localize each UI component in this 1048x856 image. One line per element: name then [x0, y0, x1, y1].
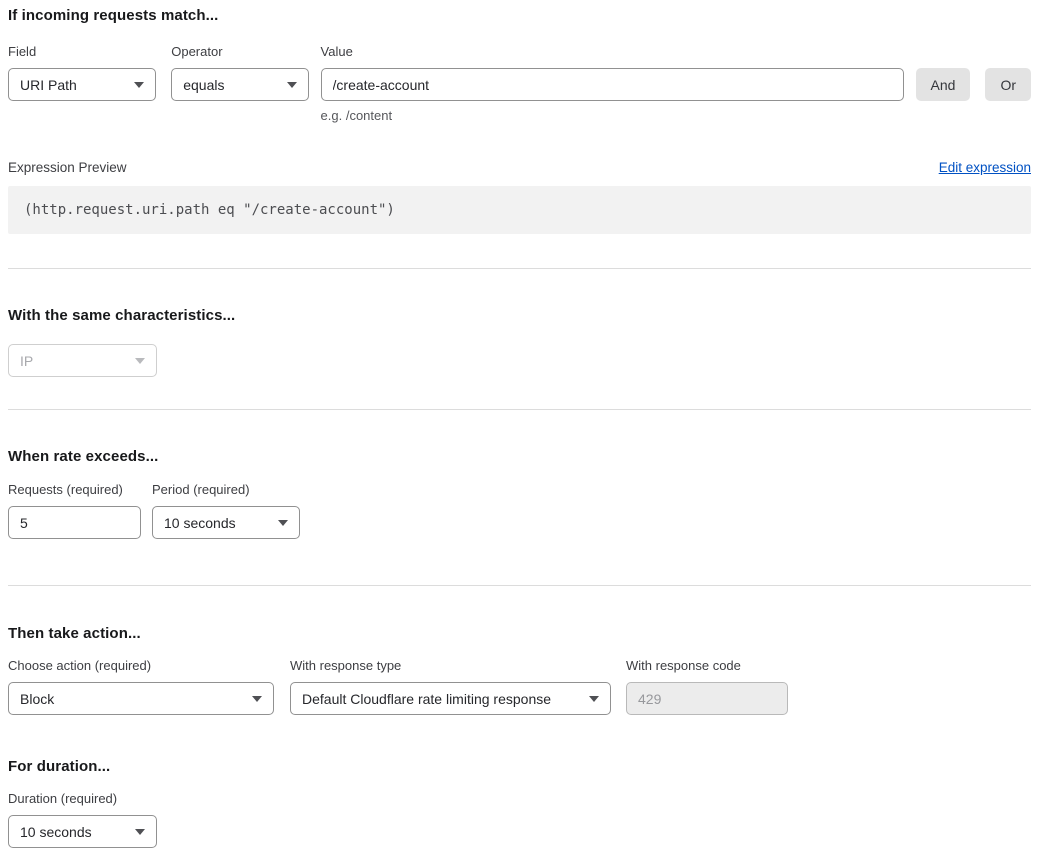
- duration-section-title: For duration...: [8, 758, 1031, 775]
- characteristic-column: IP: [8, 344, 157, 377]
- rate-row: Requests (required) Period (required) 10…: [8, 482, 1031, 539]
- response-type-select-value: Default Cloudflare rate limiting respons…: [302, 691, 551, 707]
- expression-builder-row: Field URI Path Operator equals Value e.g…: [8, 44, 1031, 123]
- chevron-down-icon: [589, 696, 599, 702]
- match-section-title: If incoming requests match...: [8, 7, 1031, 24]
- chevron-down-icon: [135, 358, 145, 364]
- section-divider: [8, 585, 1031, 586]
- duration-label: Duration (required): [8, 791, 157, 806]
- response-code-input: [626, 682, 788, 715]
- field-label: Field: [8, 44, 156, 59]
- chevron-down-icon: [278, 520, 288, 526]
- value-column: Value e.g. /content: [321, 44, 904, 123]
- edit-expression-link[interactable]: Edit expression: [939, 160, 1031, 175]
- requests-input[interactable]: [8, 506, 141, 539]
- and-button[interactable]: And: [916, 68, 971, 101]
- period-select[interactable]: 10 seconds: [152, 506, 300, 539]
- duration-select-value: 10 seconds: [20, 824, 92, 840]
- chevron-down-icon: [252, 696, 262, 702]
- period-select-value: 10 seconds: [164, 515, 236, 531]
- rate-section-title: When rate exceeds...: [8, 448, 1031, 465]
- characteristics-section-title: With the same characteristics...: [8, 307, 1031, 324]
- requests-column: Requests (required): [8, 482, 141, 539]
- field-select-value: URI Path: [20, 77, 77, 93]
- response-code-column: With response code: [626, 658, 788, 715]
- or-button[interactable]: Or: [985, 68, 1031, 101]
- field-select[interactable]: URI Path: [8, 68, 156, 101]
- field-column: Field URI Path: [8, 44, 156, 101]
- response-type-label: With response type: [290, 658, 611, 673]
- action-section-title: Then take action...: [8, 625, 1031, 642]
- section-divider: [8, 409, 1031, 410]
- response-code-label: With response code: [626, 658, 788, 673]
- section-divider: [8, 268, 1031, 269]
- period-label: Period (required): [152, 482, 300, 497]
- expression-preview-label: Expression Preview: [8, 160, 127, 175]
- operator-select-value: equals: [183, 77, 224, 93]
- operator-select[interactable]: equals: [171, 68, 308, 101]
- response-type-select[interactable]: Default Cloudflare rate limiting respons…: [290, 682, 611, 715]
- expression-preview-header: Expression Preview Edit expression: [8, 160, 1031, 175]
- duration-row: Duration (required) 10 seconds: [8, 791, 1031, 848]
- period-column: Period (required) 10 seconds: [152, 482, 300, 539]
- action-column: Choose action (required) Block: [8, 658, 274, 715]
- characteristic-select[interactable]: IP: [8, 344, 157, 377]
- value-input[interactable]: [321, 68, 904, 101]
- andor-buttons: And Or: [916, 68, 1031, 101]
- action-label: Choose action (required): [8, 658, 274, 673]
- action-row: Choose action (required) Block With resp…: [8, 658, 1031, 715]
- duration-column: Duration (required) 10 seconds: [8, 791, 157, 848]
- duration-select[interactable]: 10 seconds: [8, 815, 157, 848]
- operator-label: Operator: [171, 44, 308, 59]
- chevron-down-icon: [287, 82, 297, 88]
- characteristic-select-value: IP: [20, 353, 33, 369]
- characteristics-row: IP: [8, 344, 1031, 377]
- chevron-down-icon: [135, 829, 145, 835]
- expression-preview-code: (http.request.uri.path eq "/create-accou…: [8, 186, 1031, 234]
- operator-column: Operator equals: [171, 44, 308, 101]
- requests-label: Requests (required): [8, 482, 141, 497]
- response-type-column: With response type Default Cloudflare ra…: [290, 658, 611, 715]
- value-label: Value: [321, 44, 904, 59]
- rate-limiting-rule-form: If incoming requests match... Field URI …: [0, 0, 1048, 856]
- value-hint: e.g. /content: [321, 108, 904, 123]
- action-select-value: Block: [20, 691, 54, 707]
- chevron-down-icon: [134, 82, 144, 88]
- action-select[interactable]: Block: [8, 682, 274, 715]
